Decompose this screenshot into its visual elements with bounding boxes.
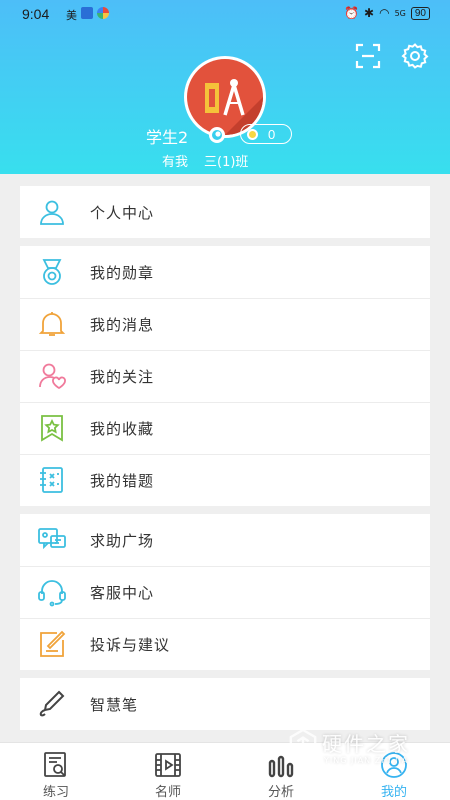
coin-icon	[247, 128, 258, 140]
menu-label: 投诉与建议	[90, 635, 171, 654]
menu-item-messages[interactable]: 我的消息	[20, 298, 430, 350]
wifi-icon: ◠	[379, 6, 390, 20]
app-notification-icon	[81, 7, 93, 19]
edit-icon	[40, 630, 66, 657]
menu-label: 我的勋章	[90, 263, 155, 282]
nav-tab-practice[interactable]: 练习	[0, 743, 112, 800]
menu-label: 我的消息	[90, 315, 155, 334]
alarm-icon: ⏰	[344, 6, 360, 20]
school-name: 有我	[162, 155, 189, 170]
notebook-icon	[40, 467, 63, 493]
battery-icon: 90	[410, 6, 430, 20]
menu-group-personal: 个人中心	[20, 186, 430, 238]
notification-icons: 美	[66, 7, 109, 22]
menu-item-customer-service[interactable]: 客服中心	[20, 566, 430, 618]
menu-item-favorites[interactable]: 我的收藏	[20, 402, 430, 454]
menu-item-mistakes[interactable]: 我的错题	[20, 454, 430, 506]
status-bar: 9:04 美 ⏰ ✱ ◠ 5G 90	[0, 0, 450, 28]
watermark-subtext: YING JIAN ZHI JIA	[324, 756, 409, 765]
practice-icon	[44, 752, 66, 777]
class-info: 有我 三(1)班	[162, 151, 264, 170]
menu-label: 求助广场	[90, 531, 155, 550]
coin-count: 0	[268, 126, 276, 142]
nav-tab-teachers[interactable]: 名师	[112, 743, 224, 800]
menu-item-medals[interactable]: 我的勋章	[20, 246, 430, 298]
status-right: ⏰ ✱ ◠ 5G 90	[344, 6, 430, 20]
menu-label: 我的错题	[90, 471, 155, 490]
pen-icon	[39, 690, 65, 717]
scan-icon[interactable]	[354, 42, 382, 70]
nav-label: 我的	[380, 785, 407, 800]
carrier-icon: 美	[66, 9, 77, 22]
menu-label: 客服中心	[90, 583, 155, 602]
signal-icon: 5G	[394, 8, 406, 18]
follow-icon	[39, 363, 66, 390]
headset-icon	[38, 580, 66, 607]
menu-item-smart-pen[interactable]: 智慧笔	[20, 678, 430, 730]
watermark-logo-icon	[289, 728, 317, 760]
menu-label: 个人中心	[90, 203, 155, 222]
menu-group-mine: 我的勋章 我的消息 我的关注 我的收藏 我的错题	[20, 246, 430, 506]
app-notification-icon-2	[97, 7, 109, 19]
menu-item-following[interactable]: 我的关注	[20, 350, 430, 402]
nav-label: 名师	[154, 785, 181, 800]
bookmark-icon	[41, 415, 63, 442]
video-icon	[155, 753, 181, 777]
coin-badge[interactable]: 0	[240, 124, 292, 144]
nav-label: 练习	[42, 785, 69, 800]
watermark: 硬件之家 YING JIAN ZHI JIA	[288, 724, 436, 778]
username: 学生2	[146, 128, 189, 147]
menu-label: 智慧笔	[90, 695, 139, 714]
user-info-row: 学生2 0	[0, 124, 450, 147]
menu-item-personal-center[interactable]: 个人中心	[20, 186, 430, 238]
class-name: 三(1)班	[204, 155, 249, 170]
bell-icon	[38, 312, 66, 336]
menu-item-help-square[interactable]: 求助广场	[20, 514, 430, 566]
menu-label: 我的关注	[90, 367, 155, 386]
medal-icon	[42, 259, 62, 285]
watermark-text: 硬件之家	[322, 732, 410, 756]
person-icon	[40, 200, 64, 225]
menu-label: 我的收藏	[90, 419, 155, 438]
menu-item-feedback[interactable]: 投诉与建议	[20, 618, 430, 670]
menu-group-pen: 智慧笔	[20, 678, 430, 730]
status-time: 9:04	[22, 6, 50, 22]
settings-gear-icon[interactable]	[401, 42, 429, 70]
nav-label: 分析	[267, 785, 294, 800]
menu-group-help: 求助广场 客服中心 投诉与建议	[20, 514, 430, 670]
bluetooth-icon: ✱	[364, 6, 375, 20]
chat-icon	[38, 528, 66, 550]
eye-icon[interactable]	[206, 126, 228, 144]
